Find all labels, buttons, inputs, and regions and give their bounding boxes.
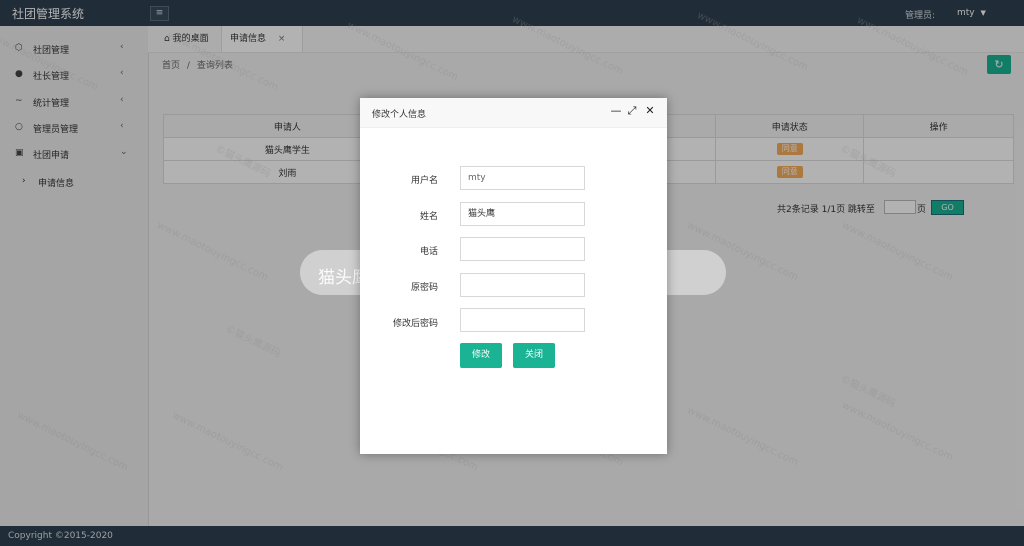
name-label: 姓名 [419, 212, 438, 222]
minimize-icon[interactable]: — [610, 105, 622, 117]
edit-profile-modal: 修改个人信息 — ⤢ ✕ 用户名 mty 姓名 猫头鹰 电话 原密码 修改后密码… [360, 98, 667, 454]
phone-field[interactable] [460, 237, 585, 261]
phone-label: 电话 [419, 247, 438, 257]
username-label: 用户名 [410, 176, 438, 186]
new-password-field[interactable] [460, 308, 585, 332]
modal-header: 修改个人信息 — ⤢ ✕ [360, 98, 667, 128]
old-password-label: 原密码 [410, 283, 438, 293]
name-field[interactable]: 猫头鹰 [460, 202, 585, 226]
modal-title: 修改个人信息 [372, 110, 427, 120]
close-icon[interactable]: ✕ [644, 105, 656, 117]
close-button[interactable]: 关闭 [513, 343, 555, 368]
new-password-label: 修改后密码 [392, 319, 438, 329]
maximize-icon[interactable]: ⤢ [626, 105, 638, 117]
submit-button[interactable]: 修改 [460, 343, 502, 368]
old-password-field[interactable] [460, 273, 585, 297]
username-field[interactable]: mty [460, 166, 585, 190]
